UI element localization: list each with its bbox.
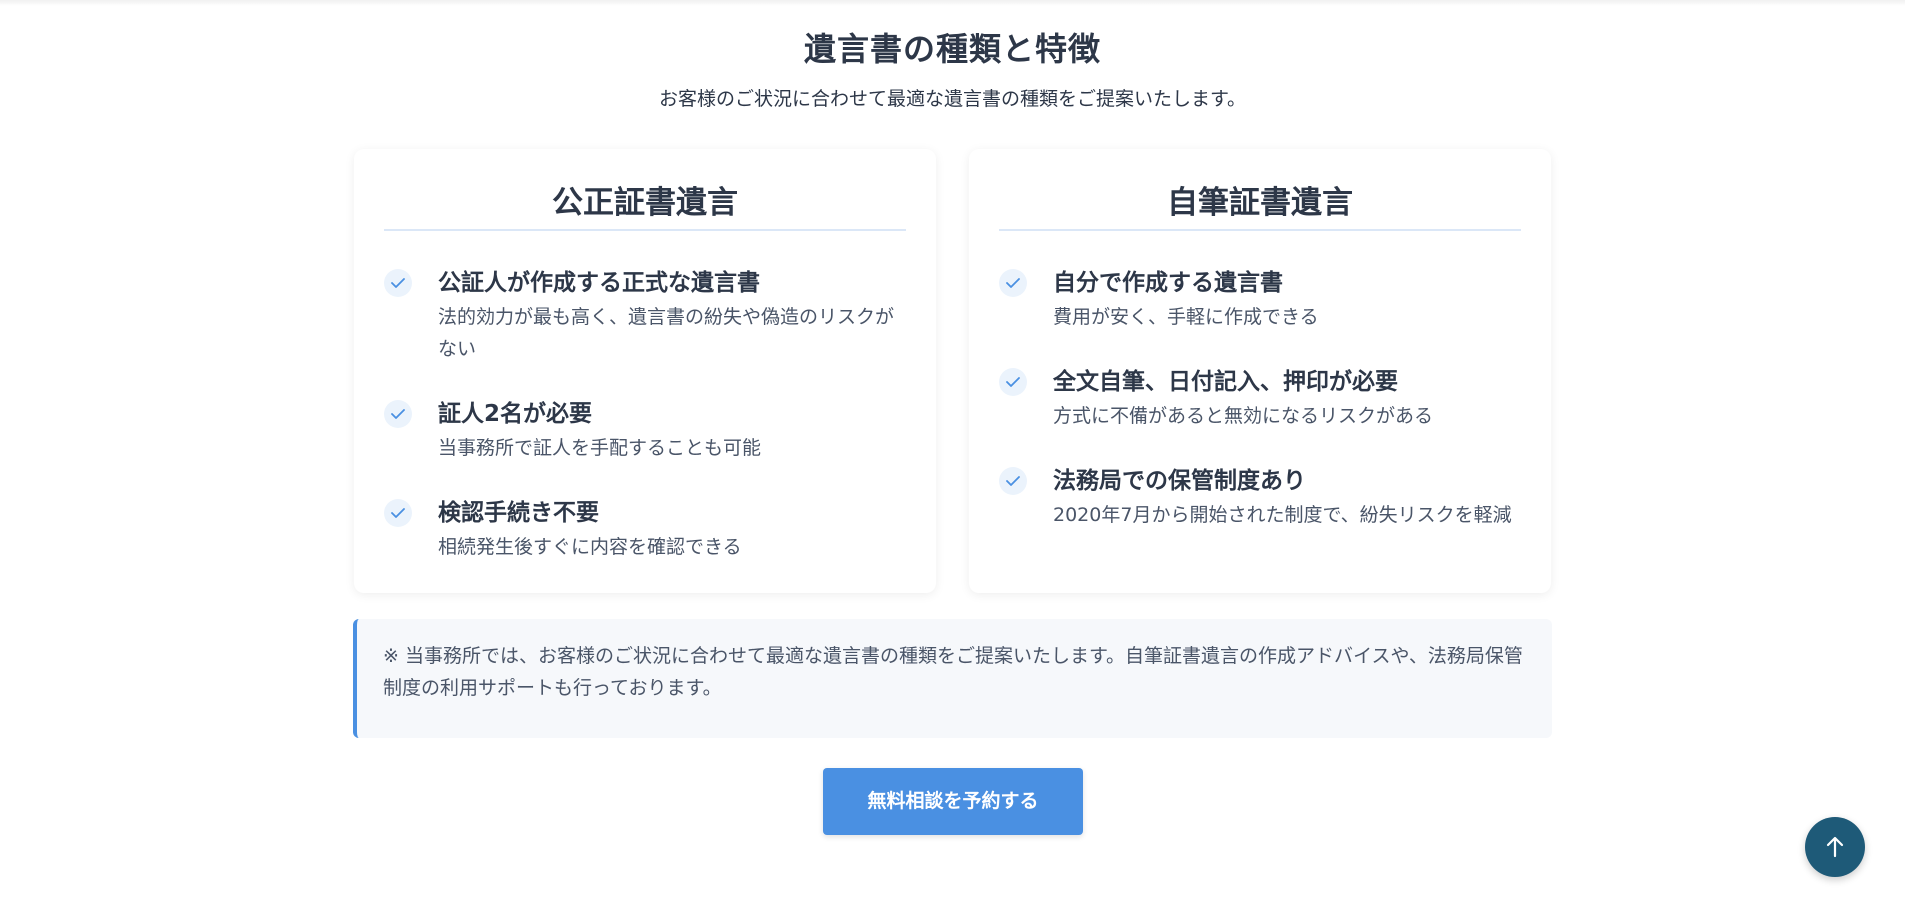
feature-title: 全文自筆、日付記入、押印が必要: [1053, 369, 1398, 395]
feature-title: 法務局での保管制度あり: [1053, 468, 1306, 494]
check-icon: [384, 499, 412, 527]
feature-desc: 方式に不備があると無効になるリスクがある: [1053, 405, 1434, 427]
section-lead: お客様のご状況に合わせて最適な遺言書の種類をご提案いたします。: [658, 88, 1247, 110]
feature-title: 自分で作成する遺言書: [1053, 270, 1283, 296]
card-divider: [999, 229, 1521, 231]
note-text: ※ 当事務所では、お客様のご状況に合わせて最適な遺言書の種類をご提案いたします。…: [383, 645, 1523, 699]
check-icon: [384, 269, 412, 297]
check-icon: [999, 467, 1027, 495]
check-icon: [384, 400, 412, 428]
feature-desc: 相続発生後すぐに内容を確認できる: [438, 536, 742, 558]
feature-desc: 当事務所で証人を手配することも可能: [438, 437, 762, 459]
check-icon: [999, 269, 1027, 297]
feature-desc: 法的効力が最も高く、遺言書の紛失や偽造のリスクがない: [438, 306, 895, 360]
card-title: 自筆証書遺言: [1167, 185, 1353, 221]
card-handwritten-will: 自筆証書遺言 自分で作成する遺言書 費用が安く、手軽に作成できる 全文自筆、日付…: [969, 149, 1551, 593]
feature-title: 検認手続き不要: [438, 500, 599, 526]
book-consultation-button[interactable]: 無料相談を予約する: [823, 768, 1083, 835]
will-types-section: 遺言書の種類と特徴 お客様のご状況に合わせて最適な遺言書の種類をご提案いたします…: [0, 0, 1905, 917]
feature-desc: 費用が安く、手軽に作成できる: [1053, 306, 1319, 328]
note-box: ※ 当事務所では、お客様のご状況に合わせて最適な遺言書の種類をご提案いたします。…: [353, 619, 1552, 738]
section-title: 遺言書の種類と特徴: [803, 30, 1101, 68]
check-icon: [999, 368, 1027, 396]
feature-desc: 2020年7月から開始された制度で、紛失リスクを軽減: [1053, 504, 1512, 526]
feature-title: 証人2名が必要: [438, 401, 593, 427]
feature-title: 公証人が作成する正式な遺言書: [438, 270, 760, 296]
back-to-top-button[interactable]: [1805, 817, 1865, 877]
card-divider: [384, 229, 906, 231]
card-title: 公正証書遺言: [552, 185, 738, 221]
card-notarized-will: 公正証書遺言 公証人が作成する正式な遺言書 法的効力が最も高く、遺言書の紛失や偽…: [354, 149, 936, 593]
